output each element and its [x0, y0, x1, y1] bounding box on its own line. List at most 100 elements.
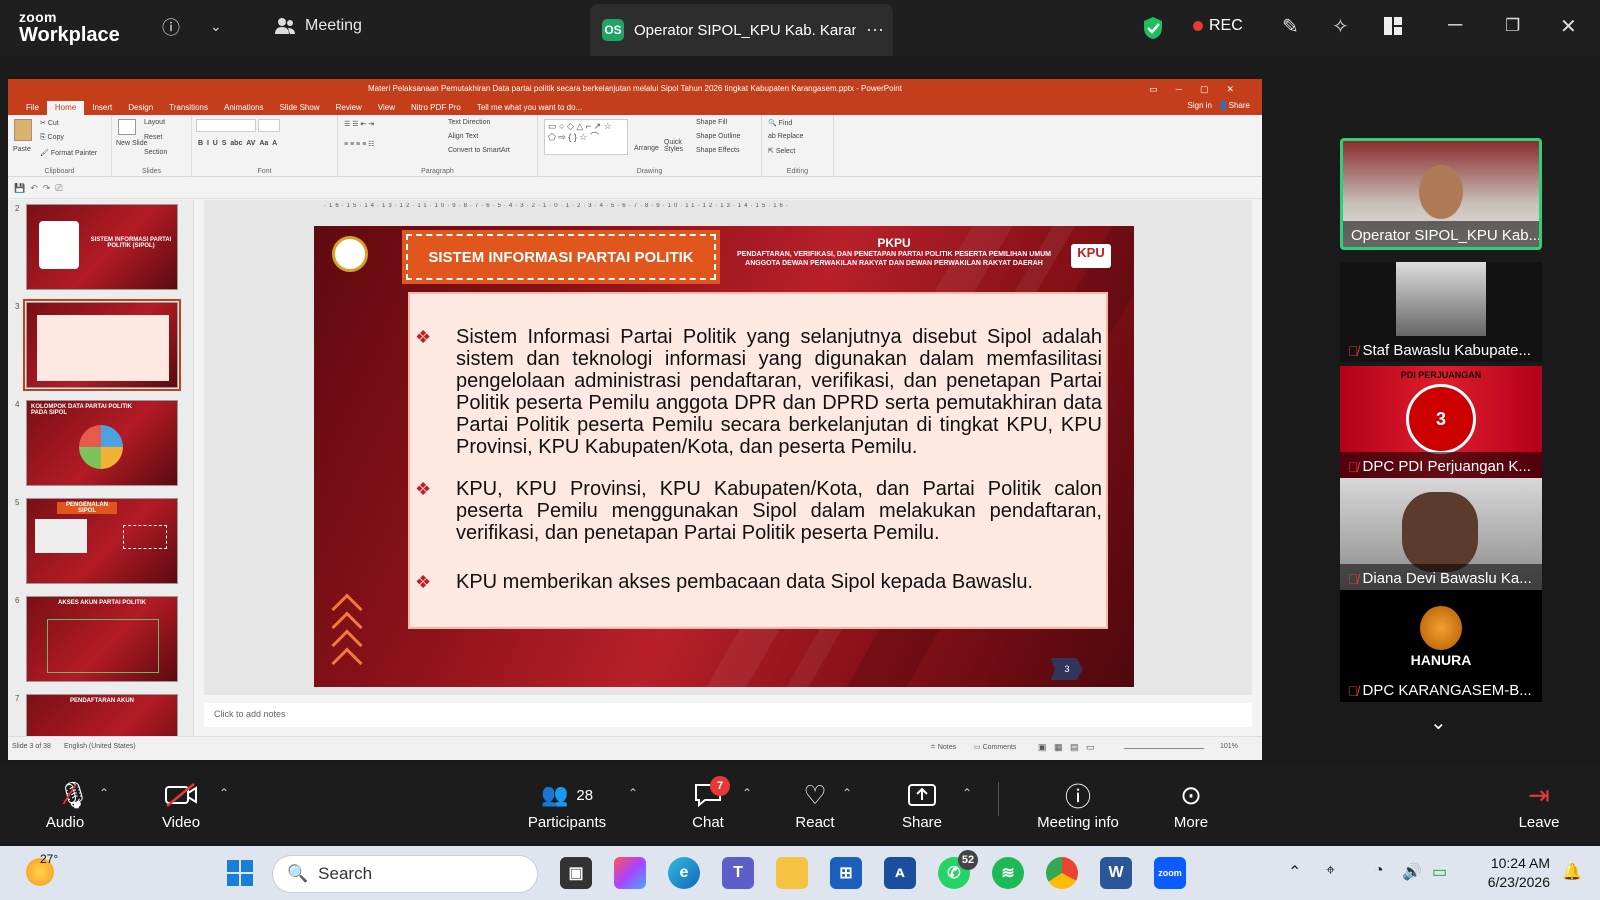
file-explorer-icon[interactable] [776, 857, 808, 889]
list-buttons[interactable]: ☰ ☰ ⇤ ⇥ [344, 120, 374, 128]
slide-thumbnail-selected[interactable] [23, 299, 181, 391]
notes-pane[interactable]: Click to add notes [204, 703, 1252, 727]
slide-thumbnail[interactable]: KOLOMPOK DATA PARTAI POLITIK PADA SIPOL [26, 400, 178, 486]
video-tile[interactable]: 🎙̸ Staf Bawaslu Kabupate... [1340, 262, 1542, 362]
minimize-icon[interactable]: ─ [1448, 14, 1462, 37]
tell-me-search[interactable]: Tell me what you want to do... [469, 101, 590, 115]
ai-companion-sparkle-icon[interactable]: ✧ [1332, 14, 1349, 39]
slide-thumbnail[interactable]: SISTEM INFORMASI PARTAI POLITIK (SIPOL) [26, 204, 178, 290]
find-button[interactable]: 🔍 Find [768, 119, 792, 127]
spotify-icon[interactable]: ≋ [992, 857, 1024, 889]
ppt-window-controls[interactable]: ▭─▢✕ [1149, 79, 1252, 99]
new-slide-icon[interactable] [118, 119, 136, 135]
edge-browser-icon[interactable]: e [668, 857, 700, 889]
share-button[interactable]: Share [898, 778, 946, 831]
react-button[interactable]: ♡ React [790, 778, 840, 832]
active-meeting-tab[interactable]: OS Operator SIPOL_KPU Kab. Karang ⋯ [590, 4, 893, 56]
font-size-box[interactable] [258, 119, 280, 132]
taskbar-search-input[interactable]: 🔍 Search [272, 855, 538, 893]
tab-animations[interactable]: Animations [216, 101, 272, 115]
volume-icon[interactable]: 🔊 [1402, 862, 1422, 882]
ppt-account-area[interactable]: Sign in 👤Share [1188, 101, 1250, 110]
zoom-slider[interactable] [1124, 748, 1204, 749]
battery-icon[interactable]: ▭ [1432, 862, 1447, 882]
restore-icon[interactable]: ❐ [1505, 16, 1520, 36]
thumbnail-row[interactable]: 3 [8, 298, 193, 396]
zoom-workplace-logo: zoom Workplace [19, 9, 120, 46]
tab-file[interactable]: File [18, 101, 47, 115]
close-icon[interactable]: ✕ [1560, 14, 1577, 39]
thumbnail-row[interactable]: 5 PENGENALAN SIPOL [8, 494, 193, 592]
notes-toggle[interactable]: ≐ Notes [930, 743, 956, 751]
tab-review[interactable]: Review [328, 101, 370, 115]
current-slide[interactable]: SISTEM INFORMASI PARTAI POLITIK PKPU PEN… [314, 226, 1134, 687]
meeting-tab[interactable]: Meeting [275, 17, 362, 35]
audio-options-caret[interactable]: ⌃ [99, 786, 109, 800]
meeting-info-button[interactable]: ⓘ Meeting info [1028, 778, 1128, 832]
wifi-icon[interactable]: ◔ [1374, 862, 1384, 880]
chrome-icon[interactable] [1046, 857, 1078, 889]
video-button[interactable]: Video [156, 778, 206, 831]
chevron-down-icon[interactable]: ⌄ [210, 18, 222, 35]
comments-toggle[interactable]: ▭ Comments [974, 743, 1016, 751]
tab-nitro-pdf[interactable]: Nitro PDF Pro [403, 101, 469, 115]
video-options-caret[interactable]: ⌃ [219, 786, 229, 800]
thumbnail-row[interactable]: 4 KOLOMPOK DATA PARTAI POLITIK PADA SIPO… [8, 396, 193, 494]
recording-indicator[interactable]: REC [1193, 17, 1243, 35]
zoom-app-icon[interactable]: zoom [1154, 857, 1186, 889]
participants-button[interactable]: 👥 28 Participants [524, 778, 610, 831]
tab-slide-show[interactable]: Slide Show [272, 101, 328, 115]
shapes-gallery[interactable]: ▭ ○ ◇ △ ⌐ ↗ ☆ ⬠ ⇨ { } ☆ ⌒ [544, 119, 628, 155]
view-buttons[interactable]: ▣ ▦ ▤ ▭ [1038, 742, 1095, 753]
encryption-shield-icon[interactable] [1143, 16, 1163, 40]
format-painter-button[interactable]: 🖌 Format Painter [40, 149, 97, 157]
slide-thumbnail[interactable]: AKSES AKUN PARTAI POLITIK [26, 596, 178, 682]
task-view-icon[interactable]: ▣ [560, 857, 592, 889]
notification-bell-icon[interactable]: 🔔 [1562, 862, 1582, 882]
slide-thumbnail[interactable]: PENDAFTARAN AKUN [26, 694, 178, 740]
share-options-caret[interactable]: ⌃ [962, 786, 972, 800]
thumbnail-row[interactable]: 7 PENDAFTARAN AKUN [8, 690, 193, 740]
thumbnail-row[interactable]: 2 SISTEM INFORMASI PARTAI POLITIK (SIPOL… [8, 200, 193, 298]
system-clock[interactable]: 10:24 AM 6/23/2026 [1470, 854, 1550, 892]
teams-icon[interactable]: T [722, 857, 754, 889]
align-buttons[interactable]: ≡ ≡ ≡ ≡ ☷ [344, 140, 374, 148]
leave-button[interactable]: ⇥ Leave [1516, 778, 1562, 832]
react-options-caret[interactable]: ⌃ [842, 786, 852, 800]
tray-overflow-icon[interactable]: ⌃ [1288, 862, 1301, 882]
font-format-buttons[interactable]: B I U S abc AV Aa A [198, 140, 277, 147]
more-options-icon[interactable]: ⋯ [866, 20, 884, 41]
select-button[interactable]: ⇱ Select [768, 147, 795, 155]
replace-button[interactable]: ab Replace [768, 133, 803, 140]
location-icon[interactable]: ⌖ [1326, 862, 1335, 880]
paste-icon[interactable] [14, 119, 32, 141]
tab-view[interactable]: View [370, 101, 403, 115]
video-tile-active-speaker[interactable]: Operator SIPOL_KPU Kab... [1340, 138, 1542, 250]
copy-button[interactable]: ⎘ Copy [40, 134, 64, 142]
participants-options-caret[interactable]: ⌃ [628, 786, 638, 800]
chat-options-caret[interactable]: ⌃ [742, 786, 752, 800]
word-icon[interactable]: W [1100, 857, 1132, 889]
windows-start-icon[interactable] [224, 857, 256, 889]
app-icon[interactable]: ᴀ [884, 857, 916, 889]
quick-access-toolbar[interactable]: 💾 ↶ ↷ ⎚ [8, 177, 1262, 199]
scroll-participants-down-icon[interactable]: ⌄ [1430, 710, 1447, 735]
tab-transitions[interactable]: Transitions [161, 101, 216, 115]
video-tile[interactable]: HANURA 🎙̸ DPC KARANGASEM-B... [1340, 590, 1542, 702]
cut-button[interactable]: ✂ Cut [40, 119, 59, 127]
info-icon[interactable]: ⓘ [162, 14, 180, 40]
video-tile[interactable]: 🎙̸ Diana Devi Bawaslu Ka... [1340, 478, 1542, 590]
thumbnail-row[interactable]: 6 AKSES AKUN PARTAI POLITIK [8, 592, 193, 690]
microsoft-store-icon[interactable]: ⊞ [830, 857, 862, 889]
audio-button[interactable]: 🎙 ⁄ Audio [40, 778, 90, 831]
font-name-box[interactable] [196, 119, 256, 132]
tab-design[interactable]: Design [120, 101, 161, 115]
view-layout-icon[interactable] [1383, 16, 1403, 36]
tab-insert[interactable]: Insert [84, 101, 120, 115]
video-tile[interactable]: 3 PDI PERJUANGAN 🎙̸ DPC PDI Perjuangan K.… [1340, 366, 1542, 478]
tab-home[interactable]: Home [46, 101, 85, 115]
more-button[interactable]: ⊙ More [1168, 778, 1214, 832]
slide-thumbnail[interactable]: PENGENALAN SIPOL [26, 498, 178, 584]
copilot-icon[interactable] [614, 857, 646, 889]
annotate-pen-icon[interactable]: ✎ [1282, 14, 1299, 39]
